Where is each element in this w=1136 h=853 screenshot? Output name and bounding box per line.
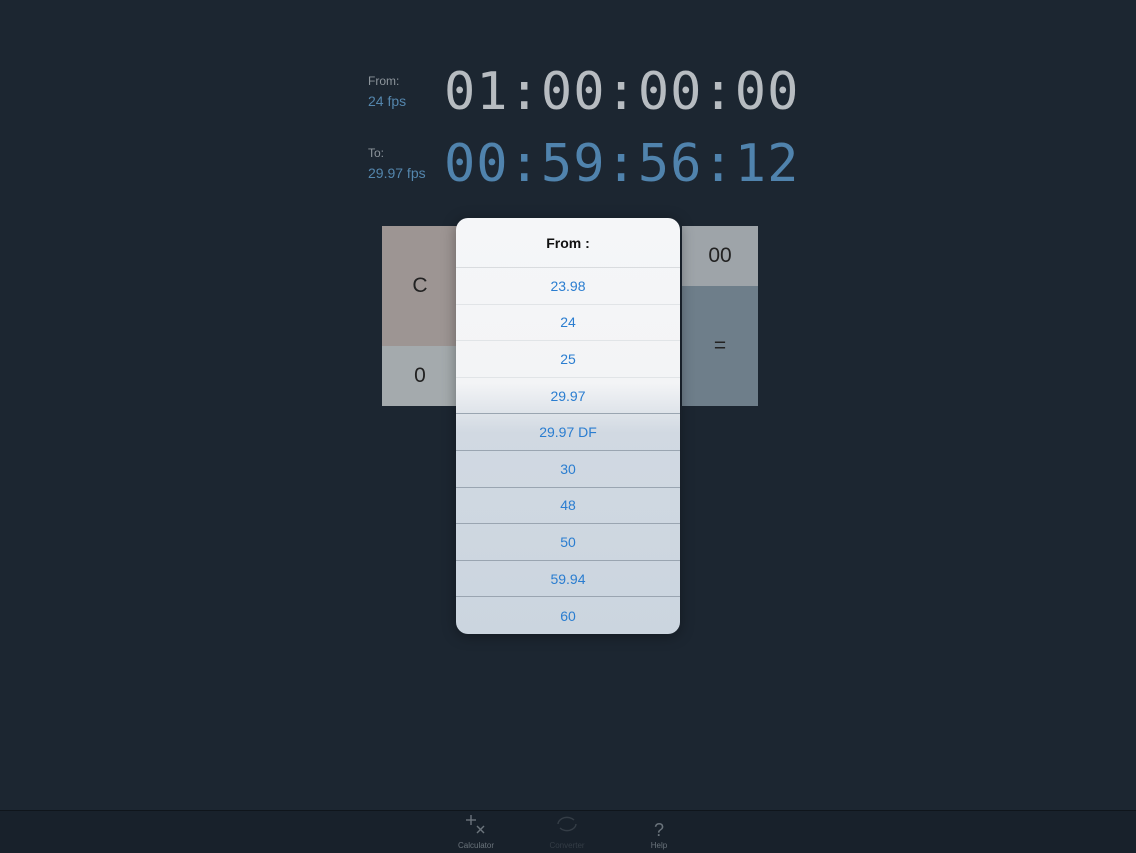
clear-button[interactable]: C [382, 226, 458, 346]
popover-title: From : [456, 218, 680, 268]
fps-option-30[interactable]: 30 [456, 451, 680, 488]
plus-times-icon [464, 813, 488, 839]
tab-help[interactable]: ? Help [619, 811, 699, 853]
fps-option-29-97-df[interactable]: 29.97 DF [456, 414, 680, 451]
from-timecode: 01:00:00:00 [444, 62, 800, 122]
from-label: From: [368, 74, 400, 88]
tab-converter-label: Converter [549, 841, 585, 850]
from-fps-value[interactable]: 24 fps [368, 93, 406, 109]
converter-icon [554, 813, 580, 839]
zero-button[interactable]: 0 [382, 346, 458, 406]
tab-calculator-label: Calculator [457, 841, 494, 850]
tab-bar: Calculator Converter ? Help [0, 810, 1136, 853]
question-icon: ? [653, 820, 664, 840]
to-timecode: 00:59:56:12 [444, 134, 800, 194]
fps-option-59-94[interactable]: 59.94 [456, 561, 680, 598]
equals-button[interactable]: = [682, 286, 758, 406]
double-zero-button[interactable]: 00 [682, 226, 758, 286]
fps-option-23-98[interactable]: 23.98 [456, 268, 680, 305]
fps-option-29-97[interactable]: 29.97 [456, 378, 680, 415]
tab-calculator[interactable]: Calculator [436, 811, 516, 853]
to-label: To: [368, 146, 385, 160]
frame-rate-popover: From : 23.98 24 25 29.97 29.97 DF 30 48 … [456, 218, 680, 634]
fps-option-48[interactable]: 48 [456, 488, 680, 525]
to-fps-value[interactable]: 29.97 fps [368, 165, 426, 181]
fps-option-24[interactable]: 24 [456, 305, 680, 342]
tab-converter[interactable]: Converter [527, 811, 607, 853]
fps-option-50[interactable]: 50 [456, 524, 680, 561]
tab-help-label: Help [650, 841, 668, 850]
fps-option-60[interactable]: 60 [456, 597, 680, 634]
fps-option-25[interactable]: 25 [456, 341, 680, 378]
